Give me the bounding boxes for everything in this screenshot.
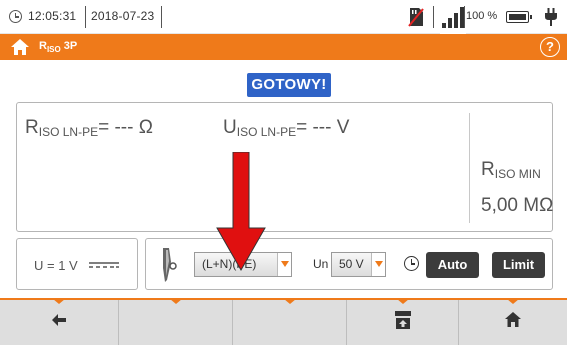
nav-button-empty-2[interactable] — [233, 299, 347, 345]
battery-icon — [506, 11, 532, 23]
settings-panel: (L+N)(PE) Un 50 V Auto Limit — [145, 238, 553, 290]
help-button[interactable]: ? — [540, 37, 560, 57]
nav-notch — [283, 299, 296, 304]
nav-button-empty-1[interactable] — [119, 299, 233, 345]
save-button[interactable] — [347, 299, 459, 345]
nav-notch — [396, 299, 409, 304]
bottom-navigation — [0, 298, 567, 345]
annotation-arrow-icon — [216, 152, 266, 272]
plug-icon — [545, 8, 557, 26]
voltage-readout: U = 1 V — [34, 258, 78, 273]
status-badge: GOTOWY! — [247, 73, 331, 97]
riso-min-value[interactable]: 5,00 MΩ — [481, 195, 553, 217]
nav-notch — [507, 299, 519, 304]
un-label: Un — [313, 257, 329, 271]
dc-voltage-icon — [89, 262, 119, 268]
signal-group — [440, 0, 466, 34]
divider — [464, 6, 465, 28]
battery-group: 100 % — [466, 0, 567, 34]
home-icon[interactable] — [10, 38, 30, 56]
signal-icon — [442, 7, 464, 28]
title-bar: RISO 3P ? — [0, 34, 567, 60]
divider — [469, 113, 470, 223]
riso-min-label: RISO MIN — [481, 159, 541, 181]
probe-icon — [163, 248, 177, 282]
page-title: RISO 3P — [39, 40, 78, 55]
back-arrow-icon — [52, 314, 66, 326]
un-voltage-select[interactable]: 50 V — [331, 252, 386, 277]
home-icon — [505, 312, 521, 327]
timer-icon — [404, 256, 419, 271]
home-button[interactable] — [459, 299, 567, 345]
chevron-down-icon[interactable] — [277, 253, 291, 276]
voltage-panel: U = 1 V — [16, 238, 138, 290]
chevron-down-icon[interactable] — [371, 253, 385, 276]
save-icon — [394, 311, 411, 329]
auto-button[interactable]: Auto — [426, 252, 479, 278]
nav-notch — [53, 299, 65, 304]
results-panel: RISO LN-PE= --- Ω UISO LN-PE= --- V RISO… — [16, 102, 553, 232]
riso-reading: RISO LN-PE= --- Ω — [25, 117, 153, 139]
back-button[interactable] — [0, 299, 119, 345]
uiso-reading: UISO LN-PE= --- V — [223, 117, 350, 139]
limit-button[interactable]: Limit — [492, 252, 545, 278]
nav-notch — [169, 299, 182, 304]
un-voltage-value: 50 V — [339, 257, 364, 271]
battery-percent-readout: 100 % — [466, 10, 498, 22]
